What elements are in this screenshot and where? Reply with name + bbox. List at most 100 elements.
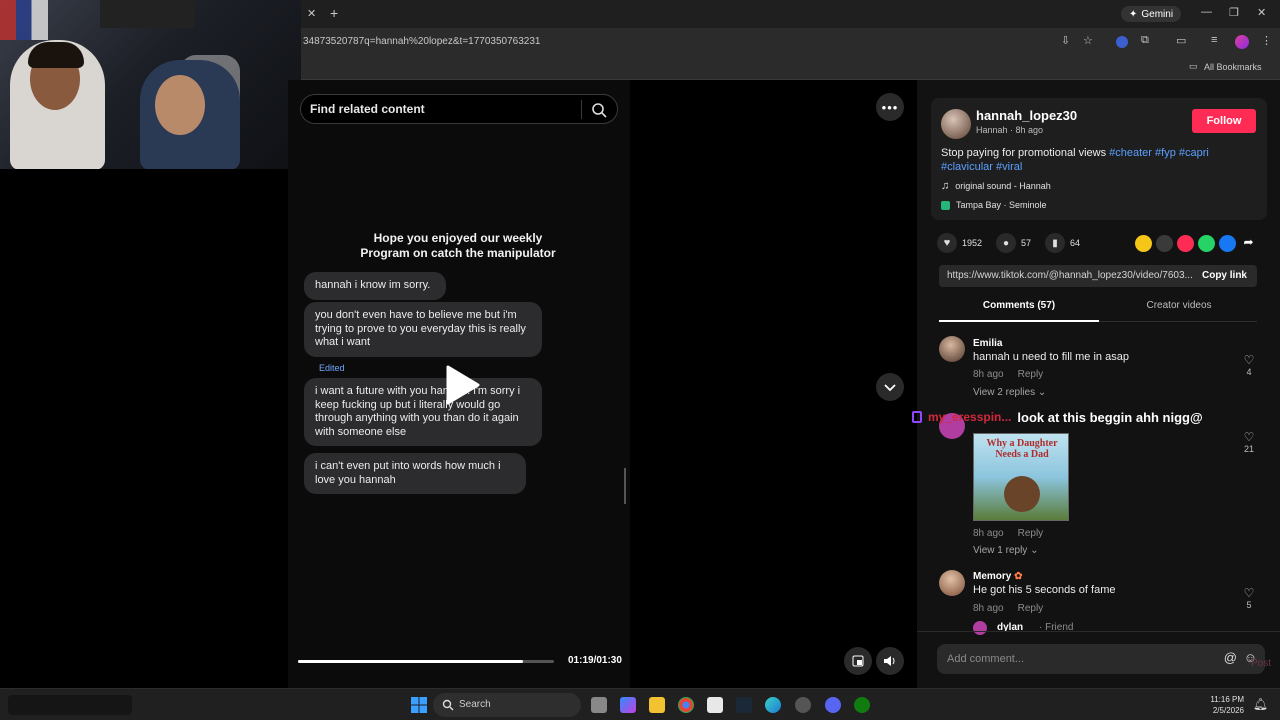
close-tab-icon[interactable]: ✕	[307, 7, 316, 20]
windows-start-icon[interactable]	[411, 697, 427, 713]
search-icon[interactable]	[589, 100, 609, 120]
xbox-icon[interactable]	[854, 697, 870, 713]
task-view-icon[interactable]	[591, 697, 607, 713]
more-options-button[interactable]: •••	[876, 93, 904, 121]
tab-creator-videos[interactable]: Creator videos	[1099, 300, 1259, 311]
comment-author-name: Memory	[973, 571, 1012, 582]
comment-input-bar[interactable]: Add comment... @ ☺	[937, 644, 1265, 674]
caption-text: Stop paying for promotional views	[941, 147, 1107, 159]
hashtag-link[interactable]: #fyp	[1155, 147, 1176, 159]
address-bar[interactable]: 34873520787q=hannah%20lopez&t=1770350763…	[301, 28, 1280, 56]
author-username[interactable]: hannah_lopez30	[976, 108, 1077, 123]
save-stat[interactable]: ▮ 64	[1045, 233, 1080, 253]
all-bookmarks[interactable]: All Bookmarks	[1204, 62, 1262, 72]
reply-button[interactable]: Reply	[1018, 369, 1044, 380]
comment-stat[interactable]: ● 57	[996, 233, 1031, 253]
browser-tab-bar: ✕ + ✦ Gemini — ❐ ✕	[301, 0, 1280, 28]
reply-button[interactable]: Reply	[1018, 528, 1044, 539]
comment-author[interactable]: Memory ✿	[973, 571, 1023, 582]
reply-button[interactable]: Reply	[1018, 603, 1044, 614]
bear-illustration	[1004, 476, 1040, 512]
system-clock[interactable]: 11:16 PM 2/5/2026	[1210, 694, 1244, 716]
puzzle-icon[interactable]: ⧉	[1141, 34, 1149, 47]
embed-icon[interactable]	[1156, 235, 1173, 252]
comment-avatar[interactable]	[939, 336, 965, 362]
file-explorer-icon[interactable]	[649, 697, 665, 713]
comment-input[interactable]: Add comment...	[947, 653, 1024, 665]
profile-avatar[interactable]	[1235, 35, 1249, 49]
message-bubble: i want a future with you hannah. i'm sor…	[304, 378, 542, 446]
tab-comments[interactable]: Comments (57)	[939, 300, 1099, 322]
comment-like[interactable]: ♡ 21	[1242, 430, 1256, 454]
extension-icon[interactable]	[1116, 36, 1128, 48]
notification-bell-icon[interactable]: 🔔︎	[1253, 697, 1268, 711]
sound-row[interactable]: ♫ original sound - Hannah	[941, 180, 1051, 192]
new-tab-icon[interactable]: +	[330, 5, 338, 21]
view-replies-label: View 1 reply	[973, 545, 1028, 556]
reply-avatar[interactable]	[973, 621, 987, 635]
gemini-button[interactable]: ✦ Gemini	[1121, 6, 1182, 22]
video-progress-bar[interactable]	[298, 660, 554, 663]
like-count: 1952	[962, 238, 983, 248]
comment-like[interactable]: ♡ 5	[1242, 586, 1256, 610]
volume-button[interactable]	[876, 647, 904, 675]
taskbar-search[interactable]: Search	[433, 693, 581, 717]
next-video-button[interactable]	[876, 373, 904, 401]
facebook-icon[interactable]	[1219, 235, 1236, 252]
hashtag-link[interactable]: #cheater	[1109, 147, 1152, 159]
edge-icon[interactable]	[765, 697, 781, 713]
mention-icon[interactable]: @	[1224, 650, 1237, 665]
store-icon[interactable]	[707, 697, 723, 713]
video-title-line1: Hope you enjoyed our weekly	[373, 231, 543, 245]
hashtag-link[interactable]: #clavicular	[941, 161, 993, 173]
post-comment-button[interactable]: Post	[1251, 658, 1271, 669]
obs-icon[interactable]	[795, 697, 811, 713]
media-icon[interactable]: ≡	[1211, 34, 1217, 46]
view-replies-label: View 2 replies	[973, 387, 1036, 398]
widgets-area[interactable]	[8, 695, 132, 715]
message-bubble: hannah i know im sorry.	[304, 272, 446, 300]
like-stat[interactable]: ♥ 1952	[937, 233, 982, 253]
comment-like[interactable]: ♡ 4	[1242, 353, 1256, 377]
restore-icon[interactable]: ❐	[1229, 6, 1239, 19]
play-icon[interactable]	[444, 365, 480, 405]
chat-username: my_eresspin...	[928, 410, 1012, 424]
heart-icon: ♥	[943, 237, 951, 249]
bookmark-star-icon[interactable]: ☆	[1083, 34, 1093, 47]
window-close-icon[interactable]: ✕	[1257, 6, 1266, 19]
comment-time: 8h ago	[973, 603, 1004, 614]
search-input[interactable]: Find related content	[310, 102, 425, 116]
copilot-icon[interactable]	[620, 697, 636, 713]
url-text[interactable]: 34873520787q=hannah%20lopez&t=1770350763…	[303, 36, 540, 47]
follow-button[interactable]: Follow	[1192, 109, 1256, 133]
minimize-icon[interactable]: —	[1201, 6, 1212, 18]
menu-icon[interactable]: ⋮	[1261, 34, 1272, 47]
hashtag-link[interactable]: #capri	[1179, 147, 1209, 159]
chrome-icon[interactable]	[678, 697, 694, 713]
hashtag-link[interactable]: #viral	[996, 161, 1022, 173]
coin-icon[interactable]	[1135, 235, 1152, 252]
music-note-icon: ♫	[941, 180, 950, 192]
comment-image[interactable]: Why a Daughter Needs a Dad	[973, 433, 1069, 521]
discord-icon[interactable]	[825, 697, 841, 713]
steam-icon[interactable]	[736, 697, 752, 713]
video-link[interactable]: https://www.tiktok.com/@hannah_lopez30/v…	[947, 270, 1192, 281]
comment-time: 8h ago	[973, 528, 1004, 539]
search-bar[interactable]: Find related content	[300, 94, 618, 124]
send-icon[interactable]	[1177, 235, 1194, 252]
pip-button[interactable]	[844, 647, 872, 675]
video-player[interactable]: Find related content Hope you enjoyed ou…	[288, 80, 630, 688]
whatsapp-icon[interactable]	[1198, 235, 1215, 252]
share-arrow-icon[interactable]: ➦	[1240, 235, 1257, 252]
comment-author[interactable]: Emilia	[973, 338, 1002, 349]
author-avatar[interactable]	[941, 109, 971, 139]
location-label[interactable]: Tampa Bay · Seminole	[956, 200, 1047, 210]
view-replies[interactable]: View 1 reply ⌄	[973, 545, 1038, 556]
view-replies[interactable]: View 2 replies ⌄	[973, 387, 1046, 398]
location-row[interactable]: Tampa Bay · Seminole	[941, 200, 1047, 210]
install-icon[interactable]: ⇩	[1061, 34, 1070, 47]
comment-avatar[interactable]	[939, 570, 965, 596]
sound-label[interactable]: original sound - Hannah	[955, 181, 1051, 191]
copy-link-button[interactable]: Copy link	[1202, 270, 1247, 281]
sidebar-icon[interactable]: ▭	[1176, 34, 1186, 47]
